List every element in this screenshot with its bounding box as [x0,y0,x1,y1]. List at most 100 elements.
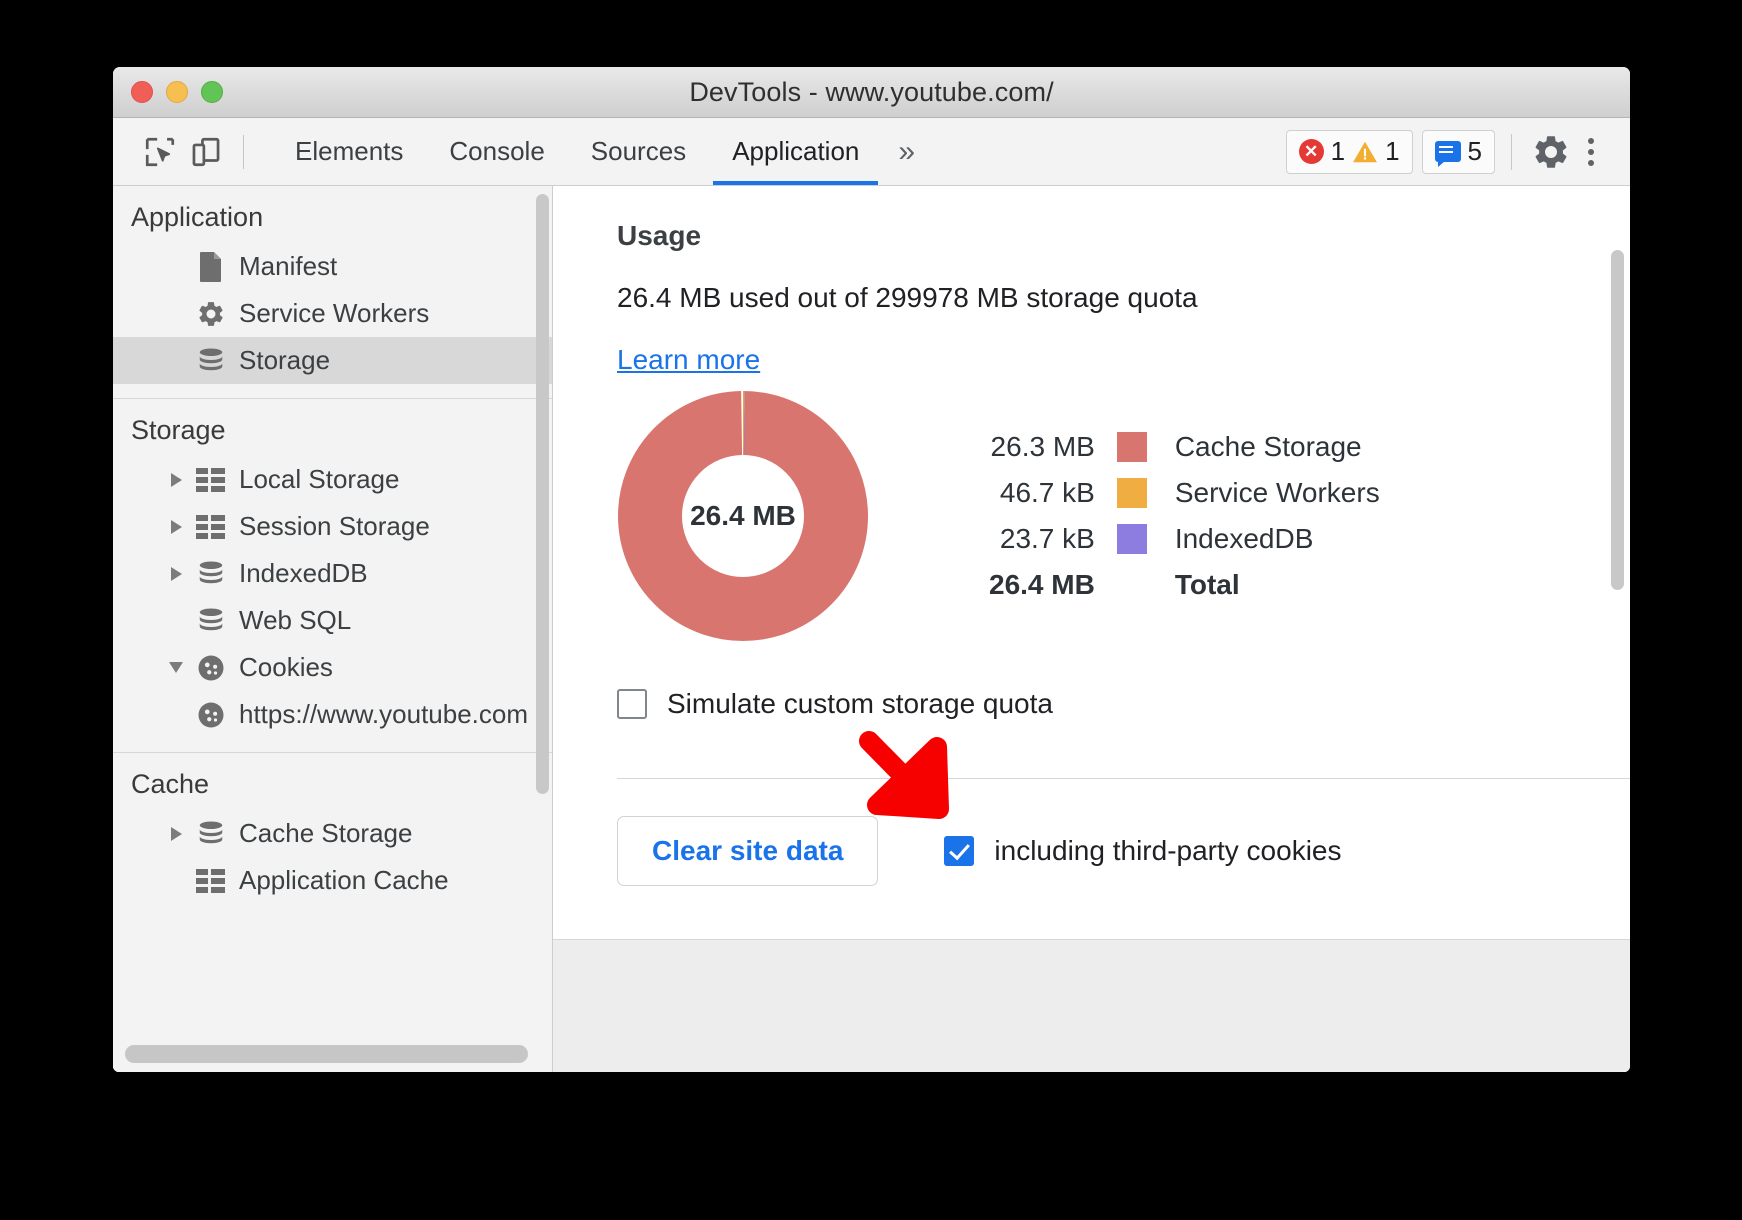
device-toolbar-icon[interactable] [183,130,229,174]
usage-chart-row: 26.4 MB 26.3 MB Cache Storage 46.7 kB Se… [617,390,1630,642]
legend-label-total: Total [1175,562,1380,608]
gear-icon[interactable] [1528,130,1574,174]
sidebar-item-cache-storage[interactable]: Cache Storage [113,810,552,857]
third-party-cookies-checkbox[interactable] [944,836,974,866]
donut-center-label: 26.4 MB [617,390,869,642]
sidebar-item-storage[interactable]: Storage [113,337,552,384]
window-titlebar: DevTools - www.youtube.com/ [113,67,1630,118]
database-icon [191,346,231,376]
more-tabs-icon[interactable]: » [882,118,931,185]
legend-value-total: 26.4 MB [989,562,1095,608]
usage-summary: 26.4 MB used out of 299978 MB storage qu… [617,282,1630,314]
storage-legend: 26.3 MB Cache Storage 46.7 kB Service Wo… [989,424,1380,608]
database-icon [191,606,231,636]
chevron-right-icon[interactable] [161,827,191,841]
storage-donut-chart: 26.4 MB [617,390,869,642]
legend-value-service-workers: 46.7 kB [989,470,1095,516]
sidebar-item-manifest[interactable]: Manifest [113,243,552,290]
sidebar-item-label: Cache Storage [239,818,412,849]
table-icon [191,467,231,493]
cookie-icon [191,653,231,683]
maximize-window-button[interactable] [201,81,223,103]
warning-count: 1 [1385,136,1399,167]
tab-elements[interactable]: Elements [272,118,426,185]
tab-console[interactable]: Console [426,118,567,185]
sidebar-item-label: Session Storage [239,511,430,542]
table-icon [191,514,231,540]
database-icon [191,559,231,589]
devtools-window: DevTools - www.youtube.com/ Elements Con… [113,67,1630,1072]
simulate-quota-row[interactable]: Simulate custom storage quota [617,688,1630,720]
minimize-window-button[interactable] [166,81,188,103]
panel-vertical-scrollbar[interactable] [1611,250,1624,590]
legend-value-cache-storage: 26.3 MB [989,424,1095,470]
sidebar-item-label: IndexedDB [239,558,368,589]
toolbar-right-group: ✕ 1 1 5 [1277,130,1608,174]
devtools-body: Application Manifest Service Workers [113,186,1630,1072]
messages-counter[interactable]: 5 [1422,130,1495,174]
tab-application[interactable]: Application [709,118,882,185]
cookie-icon [191,700,231,730]
storage-panel: Usage 26.4 MB used out of 299978 MB stor… [553,186,1630,1072]
legend-label-service-workers: Service Workers [1175,470,1380,516]
sidebar-item-label: Web SQL [239,605,351,636]
sidebar-item-cookie-origin[interactable]: https://www.youtube.com [113,691,552,738]
panel-tabs: Elements Console Sources Application » [272,118,931,185]
sidebar-item-label: Manifest [239,251,337,282]
inspect-element-icon[interactable] [137,130,183,174]
tab-sources[interactable]: Sources [568,118,709,185]
usage-heading: Usage [617,220,1630,252]
sidebar-item-label: Service Workers [239,298,429,329]
toolbar-separator [243,135,244,169]
learn-more-link[interactable]: Learn more [617,344,760,376]
sidebar-group-application-title: Application [113,186,552,243]
devtools-toolbar: Elements Console Sources Application » ✕… [113,118,1630,186]
panel-empty-area [553,940,1630,1072]
chevron-right-icon[interactable] [161,520,191,534]
sidebar-item-label: Application Cache [239,865,449,896]
legend-swatch-indexeddb [1117,524,1147,554]
close-window-button[interactable] [131,81,153,103]
clear-site-data-button[interactable]: Clear site data [617,816,878,886]
chevron-right-icon[interactable] [161,473,191,487]
sidebar-item-label: https://www.youtube.com [239,699,528,730]
third-party-cookies-label: including third-party cookies [994,835,1341,867]
window-traffic-lights [131,81,223,103]
message-icon [1435,141,1461,162]
application-sidebar: Application Manifest Service Workers [113,186,553,1072]
sidebar-horizontal-scrollbar[interactable] [125,1045,528,1063]
clear-storage-actions: Clear site data including third-party co… [553,779,1630,886]
third-party-cookies-row[interactable]: including third-party cookies [944,835,1341,867]
kebab-menu-icon[interactable] [1574,132,1608,172]
sidebar-item-label: Cookies [239,652,333,683]
sidebar-item-cookies[interactable]: Cookies [113,644,552,691]
warning-icon [1352,140,1378,164]
sidebar-item-local-storage[interactable]: Local Storage [113,456,552,503]
sidebar-item-indexeddb[interactable]: IndexedDB [113,550,552,597]
database-icon [191,819,231,849]
section-divider [617,778,1630,779]
sidebar-item-service-workers[interactable]: Service Workers [113,290,552,337]
legend-swatch-cache-storage [1117,432,1147,462]
sidebar-vertical-scrollbar[interactable] [536,194,549,794]
sidebar-item-application-cache[interactable]: Application Cache [113,857,552,904]
error-count: 1 [1331,136,1345,167]
legend-label-cache-storage: Cache Storage [1175,424,1380,470]
usage-section: Usage 26.4 MB used out of 299978 MB stor… [553,186,1630,779]
table-icon [191,868,231,894]
chevron-right-icon[interactable] [161,567,191,581]
error-icon: ✕ [1299,139,1324,164]
legend-value-indexeddb: 23.7 kB [989,516,1095,562]
sidebar-item-web-sql[interactable]: Web SQL [113,597,552,644]
issues-counters[interactable]: ✕ 1 1 [1286,130,1413,174]
simulate-quota-checkbox[interactable] [617,689,647,719]
sidebar-group-storage-title: Storage [113,399,552,456]
sidebar-group-cache-title: Cache [113,753,552,810]
sidebar-item-session-storage[interactable]: Session Storage [113,503,552,550]
sidebar-item-label: Local Storage [239,464,399,495]
simulate-quota-label: Simulate custom storage quota [667,688,1053,720]
window-title: DevTools - www.youtube.com/ [113,77,1630,108]
chevron-down-icon[interactable] [161,662,191,673]
legend-swatch-total [1117,570,1147,600]
message-count: 5 [1468,136,1482,167]
